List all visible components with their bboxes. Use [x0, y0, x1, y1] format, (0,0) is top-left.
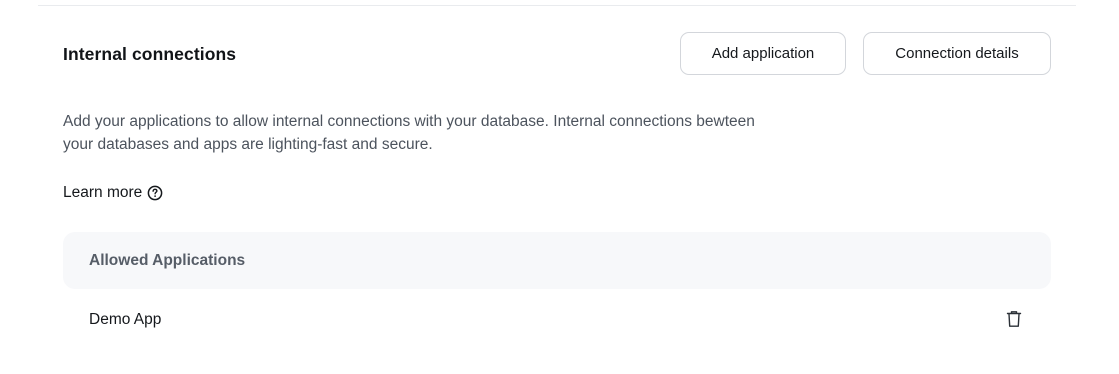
application-name: Demo App [89, 311, 162, 328]
learn-more-link[interactable]: Learn more [63, 184, 163, 202]
table-header-label: Allowed Applications [89, 251, 246, 269]
connection-details-button[interactable]: Connection details [863, 32, 1051, 75]
section-title: Internal connections [63, 44, 237, 64]
add-application-button[interactable]: Add application [680, 32, 846, 75]
delete-application-button[interactable] [1005, 310, 1023, 333]
internal-connections-section: Internal connections Add application Con… [63, 32, 1051, 328]
table-header: Allowed Applications [63, 232, 1051, 289]
learn-more-label: Learn more [63, 184, 143, 201]
trash-icon [1006, 310, 1022, 333]
internal-connections-page: Internal connections Add application Con… [0, 0, 1119, 374]
section-header: Internal connections Add application Con… [63, 32, 1051, 76]
section-description: Add your applications to allow internal … [63, 113, 755, 153]
question-circle-icon [147, 185, 163, 201]
table-row: Demo App [63, 289, 1051, 351]
allowed-applications-table: Allowed Applications Demo App [63, 232, 1051, 351]
top-divider [38, 5, 1076, 6]
